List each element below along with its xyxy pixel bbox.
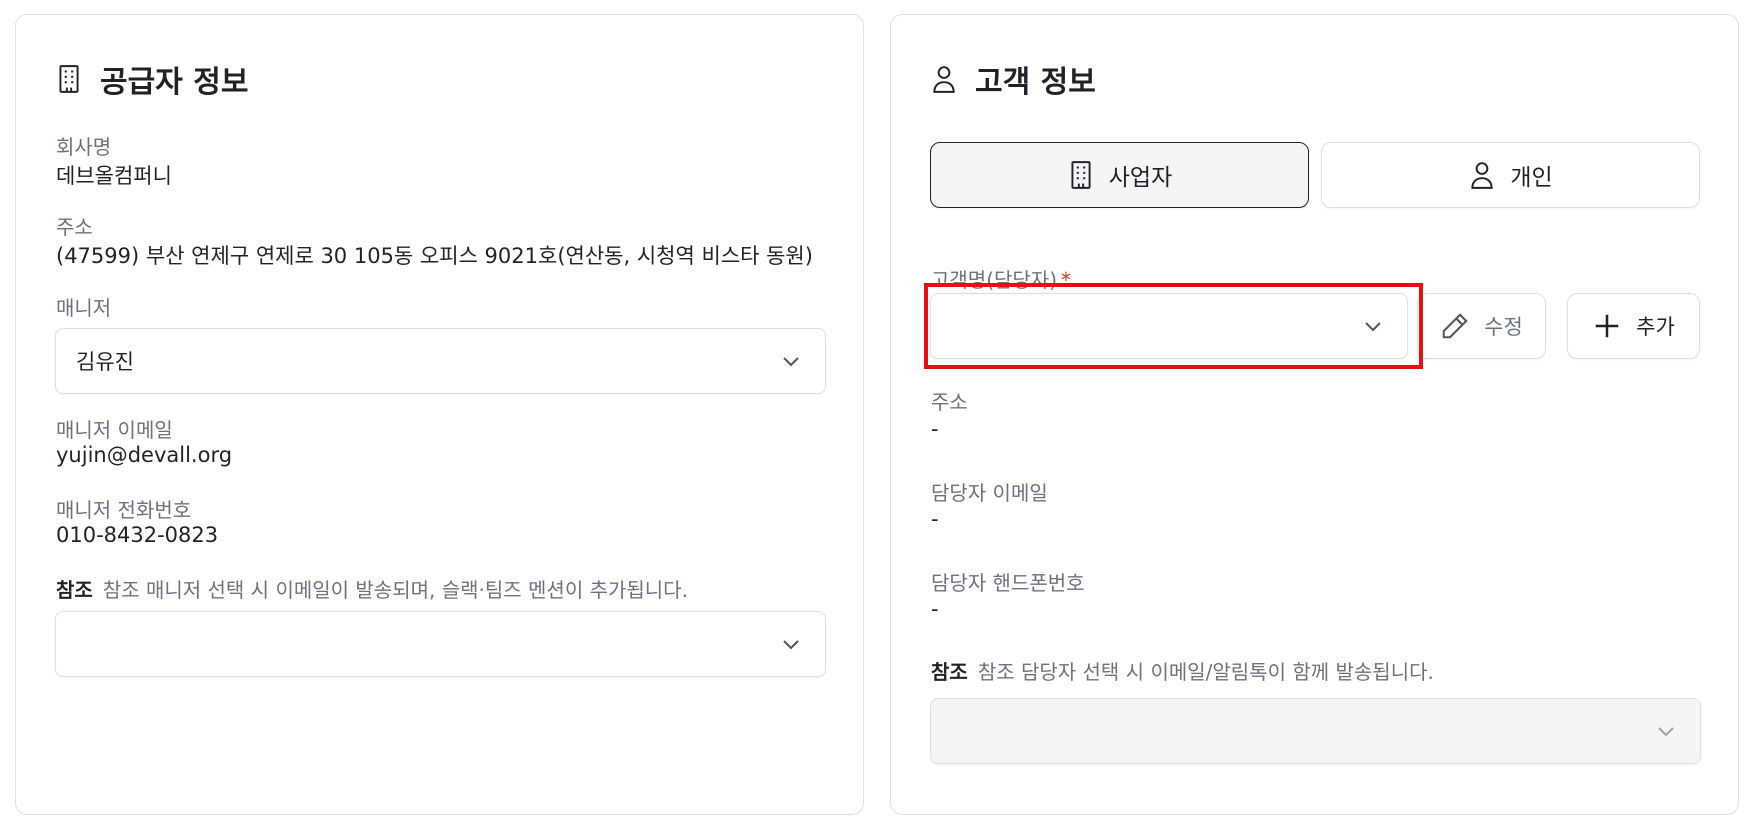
edit-button-label: 수정 bbox=[1484, 315, 1523, 339]
supplier-address-label: 주소 bbox=[56, 215, 93, 239]
chevron-down-icon bbox=[783, 640, 799, 650]
pencil-icon bbox=[1442, 313, 1468, 339]
manager-phone-label: 매니저 전화번호 bbox=[56, 498, 192, 522]
customer-ref-note-text: 참조 담당자 선택 시 이메일/알림톡이 함께 발송됩니다. bbox=[977, 660, 1434, 684]
customer-title-text: 고객 정보 bbox=[975, 65, 1096, 100]
customer-title: 고객 정보 bbox=[931, 57, 1096, 101]
plus-icon bbox=[1595, 314, 1619, 338]
customer-address-value: - bbox=[931, 417, 939, 441]
customer-name-label: 고객명(담당자) * bbox=[931, 264, 1071, 293]
supplier-ref-note-text: 참조 매니저 선택 시 이메일이 발송되며, 슬랙·팀즈 멘션이 추가됩니다. bbox=[102, 578, 688, 602]
chevron-down-icon bbox=[1658, 727, 1674, 737]
toggle-individual[interactable]: 개인 bbox=[1321, 142, 1700, 208]
supplier-ref-label: 참조 bbox=[56, 578, 93, 602]
manager-select-value: 김유진 bbox=[76, 350, 134, 374]
customer-name-label-text: 고객명(담당자) bbox=[931, 268, 1058, 292]
company-label: 회사명 bbox=[56, 135, 112, 159]
person-icon bbox=[931, 62, 961, 96]
chevron-down-icon bbox=[1365, 322, 1381, 332]
person-icon bbox=[1471, 162, 1493, 189]
customer-phone-value: - bbox=[931, 597, 939, 621]
manager-phone-value: 010-8432-0823 bbox=[56, 523, 219, 547]
customer-ref-note: 참조 참조 담당자 선택 시 이메일/알림톡이 함께 발송됩니다. bbox=[931, 656, 1434, 685]
supplier-info-card: 공급자 정보 회사명 데브올컴퍼니 주소 (47599) 부산 연제구 연제로 … bbox=[15, 14, 864, 815]
customer-ref-label: 참조 bbox=[931, 660, 968, 684]
supplier-address-value: (47599) 부산 연제구 연제로 30 105동 오피스 9021호(연산동… bbox=[56, 244, 813, 268]
company-value: 데브올컴퍼니 bbox=[56, 164, 172, 188]
supplier-title: 공급자 정보 bbox=[56, 57, 248, 101]
add-button-label: 추가 bbox=[1636, 315, 1675, 339]
customer-email-label: 담당자 이메일 bbox=[931, 481, 1048, 505]
customer-address-label: 주소 bbox=[931, 390, 968, 414]
customer-info-card: 고객 정보 사업자 개인 고객명(담당자) * 수정 추가 주소 - 담당자 이… bbox=[890, 14, 1739, 815]
edit-customer-button[interactable]: 수정 bbox=[1417, 293, 1546, 359]
toggle-individual-label: 개인 bbox=[1510, 165, 1553, 191]
toggle-business-label: 사업자 bbox=[1108, 165, 1173, 191]
customer-name-select[interactable] bbox=[930, 293, 1408, 359]
supplier-title-text: 공급자 정보 bbox=[100, 65, 249, 100]
toggle-business[interactable]: 사업자 bbox=[930, 142, 1309, 208]
customer-ref-select[interactable] bbox=[930, 698, 1701, 764]
manager-email-value: yujin@devall.org bbox=[56, 443, 233, 467]
supplier-ref-select[interactable] bbox=[55, 611, 826, 677]
required-mark: * bbox=[1061, 268, 1072, 292]
building-icon bbox=[56, 62, 86, 96]
building-icon bbox=[1071, 161, 1091, 189]
customer-email-value: - bbox=[931, 507, 939, 531]
supplier-ref-note: 참조 참조 매니저 선택 시 이메일이 발송되며, 슬랙·팀즈 멘션이 추가됩니다… bbox=[56, 574, 688, 603]
manager-label: 매니저 bbox=[56, 296, 112, 320]
chevron-down-icon bbox=[783, 357, 799, 367]
manager-email-label: 매니저 이메일 bbox=[56, 418, 173, 442]
manager-select[interactable]: 김유진 bbox=[55, 328, 826, 394]
add-customer-button[interactable]: 추가 bbox=[1567, 293, 1700, 359]
customer-phone-label: 담당자 핸드폰번호 bbox=[931, 571, 1085, 595]
